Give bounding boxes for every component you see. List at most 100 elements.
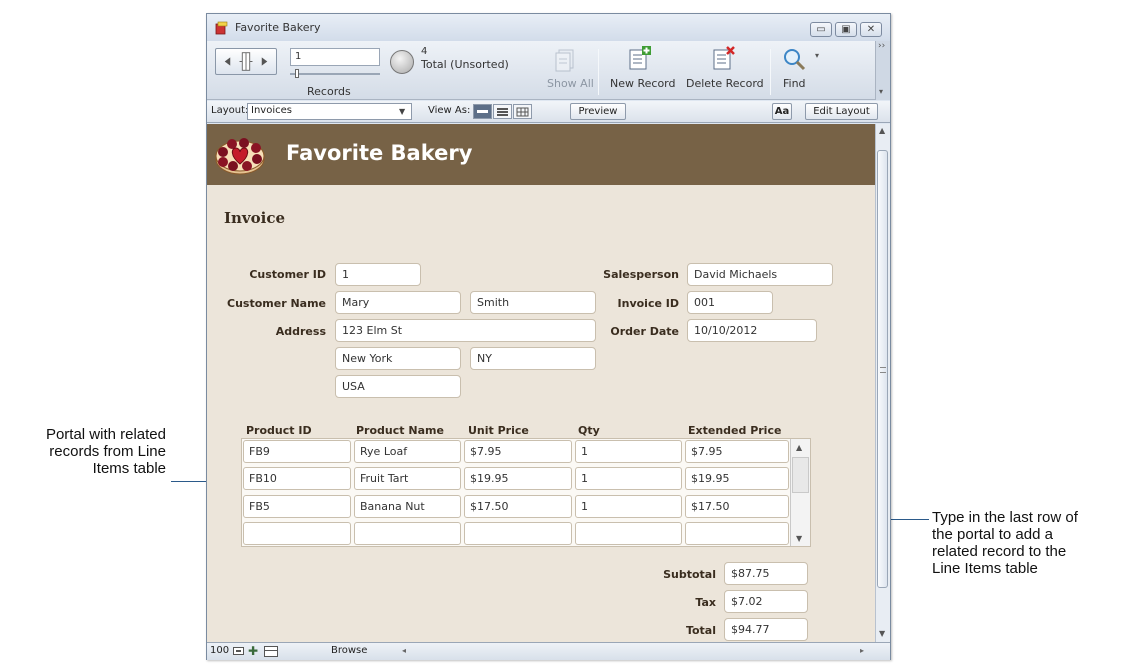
portal-cell-product-id[interactable]: FB10 [243,467,351,490]
scroll-down-arrow-icon[interactable]: ▼ [796,534,802,543]
view-as-table-button[interactable] [513,104,532,119]
order-date-field[interactable]: 10/10/2012 [687,319,817,342]
vertical-scroll-thumb[interactable] [877,150,888,588]
edit-layout-button[interactable]: Edit Layout [805,103,878,120]
subtotal-field[interactable]: $87.75 [724,562,808,585]
preview-button[interactable]: Preview [570,103,626,120]
chevron-down-icon[interactable]: ▼ [399,107,405,116]
tax-field[interactable]: $7.02 [724,590,808,613]
header-band: Favorite Bakery [207,124,875,185]
view-as-form-button[interactable] [473,104,492,119]
portal-cell-product-id-new[interactable] [243,522,351,545]
bottom-status-bar: 100 ✚ Browse ◂ ▸ [207,642,890,660]
invoice-title: Invoice [224,209,286,227]
portal-cell-unit-price[interactable]: $7.95 [464,440,572,463]
portal-cell-product-name[interactable]: Banana Nut [354,495,461,518]
text-formatting-button[interactable]: Aa [772,103,792,120]
record-navigation-book-icon[interactable] [215,48,277,75]
horizontal-scroll-right-icon[interactable]: ▸ [860,646,864,655]
callout-right-line-1: Type in the last row of [932,509,1078,526]
portal-cell-qty[interactable]: 1 [575,467,682,490]
window-title: Favorite Bakery [235,21,321,34]
zoom-in-icon[interactable]: ✚ [248,645,258,657]
first-name-field[interactable]: Mary [335,291,461,314]
portal-cell-product-name[interactable]: Rye Loaf [354,440,461,463]
record-slider-thumb[interactable] [295,69,299,78]
toolbar-separator [598,49,599,95]
layout-select[interactable]: Invoices [247,103,412,120]
magnifier-icon [784,49,806,71]
customer-id-label: Customer ID [249,268,326,281]
show-all-icon [555,49,574,72]
found-count: 4 [421,46,428,57]
total-field[interactable]: $94.77 [724,618,808,641]
mode-label[interactable]: Browse [331,645,367,656]
records-label: Records [307,85,351,98]
portal-cell-qty-new[interactable] [575,522,682,545]
overflow-chevron-icon[interactable]: ›› [878,41,885,51]
toolbar-separator [770,49,771,95]
portal-cell-product-name-new[interactable] [354,522,461,545]
state-field[interactable]: NY [470,347,596,370]
portal-cell-extended-price-new[interactable] [685,522,789,545]
horizontal-scroll-left-icon[interactable]: ◂ [402,646,406,655]
scroll-up-icon[interactable]: ▲ [879,126,885,135]
portal-scrollbar[interactable]: ▲ ▼ [790,439,810,546]
restore-button[interactable]: ▣ [835,22,857,37]
portal-cell-product-id[interactable]: FB9 [243,440,351,463]
portal-cell-qty[interactable]: 1 [575,495,682,518]
portal-cell-extended-price[interactable]: $7.95 [685,440,789,463]
portal-cell-extended-price[interactable]: $17.50 [685,495,789,518]
salesperson-field[interactable]: David Michaels [687,263,833,286]
portal-cell-unit-price[interactable]: $17.50 [464,495,572,518]
toggle-toolbar-icon[interactable] [264,646,278,657]
zoom-level[interactable]: 100 [210,645,229,656]
callout-left-line-1: Portal with related [45,426,166,443]
status-toolbar: 1 Records 4 Total (Unsorted) Show All Ne… [207,41,875,100]
minimize-button[interactable]: ▭ [810,22,832,37]
total-unsorted-label: Total (Unsorted) [421,58,509,71]
callout-left-line-2: records from Line [49,443,166,460]
street-field[interactable]: 123 Elm St [335,319,596,342]
found-set-pie-icon [390,50,414,74]
view-as-label: View As: [428,105,471,116]
delete-record-button[interactable]: Delete Record [683,45,767,97]
new-record-button[interactable]: New Record [603,45,683,97]
callout-right-line-2: the portal to add a [932,526,1053,543]
portal-cell-product-name[interactable]: Fruit Tart [354,467,461,490]
portal-cell-product-id[interactable]: FB5 [243,495,351,518]
record-slider[interactable] [290,73,380,75]
column-header-extended-price: Extended Price [688,424,782,437]
portal-cell-unit-price-new[interactable] [464,522,572,545]
filemaker-app-icon [215,21,228,35]
new-record-icon [629,46,651,70]
portal-cell-unit-price[interactable]: $19.95 [464,467,572,490]
find-label: Find [783,77,806,90]
toolbar-collapse-icon[interactable]: ▾ [879,87,883,96]
scroll-down-icon[interactable]: ▼ [879,629,885,638]
zoom-out-icon[interactable] [233,647,244,655]
portal-cell-qty[interactable]: 1 [575,440,682,463]
toolbar-overflow-strip[interactable]: ›› ▾ [875,41,890,100]
view-as-list-button[interactable] [493,104,512,119]
show-all-button[interactable]: Show All [537,47,595,97]
country-field[interactable]: USA [335,375,461,398]
scroll-up-arrow-icon[interactable]: ▲ [796,443,802,452]
city-field[interactable]: New York [335,347,461,370]
portal-cell-extended-price[interactable]: $19.95 [685,467,789,490]
current-record-field[interactable]: 1 [290,48,380,66]
callout-left-line-3: Items table [92,460,166,477]
close-button[interactable]: ✕ [860,22,882,37]
portal-scroll-thumb[interactable] [792,457,809,493]
title-bar[interactable]: Favorite Bakery ▭ ▣ ✕ [207,14,890,41]
form-view-icon [477,110,488,113]
last-name-field[interactable]: Smith [470,291,596,314]
find-button[interactable]: ▾ Find [775,45,825,97]
pie-logo-icon [215,138,265,175]
customer-id-field[interactable]: 1 [335,263,421,286]
callout-right-line-4: Line Items table [932,560,1038,577]
invoice-id-field[interactable]: 001 [687,291,773,314]
find-dropdown-icon[interactable]: ▾ [815,51,819,60]
order-date-label: Order Date [610,325,679,338]
column-header-product-name: Product Name [356,424,444,437]
